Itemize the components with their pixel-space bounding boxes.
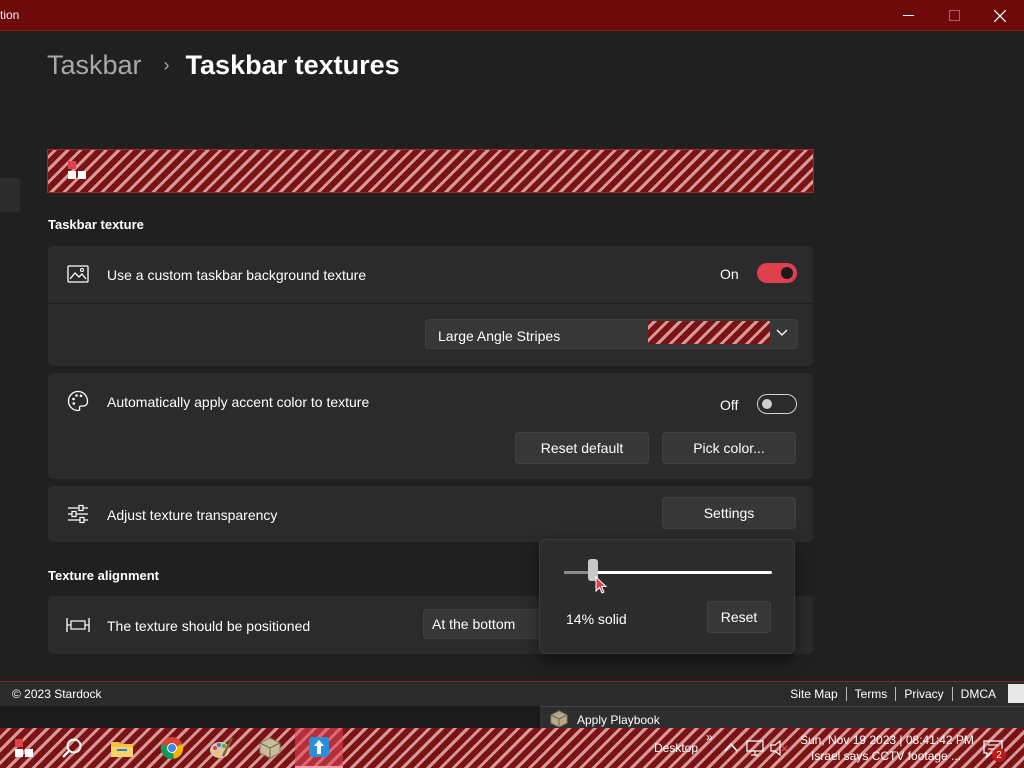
transparency-settings-button[interactable]: Settings xyxy=(662,497,796,529)
footer-link-dmca[interactable]: DMCA xyxy=(951,687,1004,701)
page-title: Taskbar textures xyxy=(185,50,400,80)
custom-bg-state: On xyxy=(720,266,739,282)
scroll-corner xyxy=(1008,684,1024,703)
taskbar-search-button[interactable] xyxy=(48,728,96,768)
maximize-button[interactable] xyxy=(931,0,977,31)
news-headline: Israel says CCTV footage ... xyxy=(811,749,962,763)
taskbar-playbook[interactable] xyxy=(246,728,294,768)
taskbar-paint[interactable] xyxy=(197,728,245,768)
transparency-flyout: 14% solid Reset xyxy=(539,539,795,654)
windows-logo-icon xyxy=(68,161,86,179)
section-header-taskbar-texture: Taskbar texture xyxy=(48,217,144,232)
notification-count-badge: 2 xyxy=(992,748,1006,762)
custom-texture-card: Use a custom taskbar background texture … xyxy=(48,246,813,366)
auto-accent-toggle[interactable] xyxy=(757,394,797,414)
close-icon xyxy=(994,9,1006,22)
toolbar-overflow-icon[interactable]: » xyxy=(706,730,713,744)
transparency-value: 14% solid xyxy=(566,611,627,627)
taskbar-start11[interactable] xyxy=(295,728,343,768)
taskbar: Desktop » Sun, Nov 19 2023 | 08:41:42 PM… xyxy=(0,728,1024,768)
align-icon xyxy=(66,615,90,635)
texture-dropdown[interactable]: Large Angle Stripes xyxy=(425,319,798,349)
minimize-icon xyxy=(902,15,914,16)
file-explorer-icon xyxy=(111,742,133,757)
taskbar-file-explorer[interactable] xyxy=(98,728,146,768)
start-icon xyxy=(15,739,33,757)
apply-playbook-popup[interactable]: Apply Playbook xyxy=(540,706,1024,730)
image-icon xyxy=(66,264,90,284)
search-icon xyxy=(62,738,82,758)
maximize-icon xyxy=(948,10,960,21)
volume-muted-icon[interactable] xyxy=(770,740,788,756)
paint-icon xyxy=(210,737,233,758)
position-dropdown-value: At the bottom xyxy=(432,616,516,632)
reset-default-button[interactable]: Reset default xyxy=(515,432,649,464)
footer-links: Site Map Terms Privacy DMCA xyxy=(782,687,1004,701)
flyout-reset-button[interactable]: Reset xyxy=(707,601,771,633)
breadcrumb: Taskbar › Taskbar textures xyxy=(47,50,400,81)
pick-color-button[interactable]: Pick color... xyxy=(662,432,796,464)
nav-pane-edge[interactable] xyxy=(0,178,20,212)
mouse-cursor-icon xyxy=(595,576,607,594)
section-header-texture-alignment: Texture alignment xyxy=(48,568,160,583)
package-icon xyxy=(259,737,281,759)
sliders-icon xyxy=(66,504,90,524)
auto-accent-state: Off xyxy=(720,397,739,413)
footer-link-terms[interactable]: Terms xyxy=(845,687,896,701)
transparency-card: Adjust texture transparency Settings xyxy=(48,486,813,542)
texture-dropdown-value: Large Angle Stripes xyxy=(438,328,561,344)
palette-icon xyxy=(66,390,90,412)
taskbar-chrome[interactable] xyxy=(148,728,196,768)
transparency-slider[interactable] xyxy=(564,559,772,581)
start-button[interactable] xyxy=(0,728,48,768)
footer-link-privacy[interactable]: Privacy xyxy=(895,687,951,701)
texture-preview xyxy=(47,149,814,193)
window-title: tion xyxy=(0,8,20,22)
apply-playbook-label: Apply Playbook xyxy=(577,713,660,727)
copyright-text: © 2023 Stardock xyxy=(12,687,102,701)
footer-link-site-map[interactable]: Site Map xyxy=(782,687,845,701)
desktop-toolbar-label[interactable]: Desktop xyxy=(654,741,698,755)
chrome-icon xyxy=(160,737,184,760)
chevron-up-icon[interactable] xyxy=(724,742,738,752)
auto-accent-label: Automatically apply accent color to text… xyxy=(107,394,370,410)
chevron-down-icon xyxy=(776,329,788,336)
taskbar-clock[interactable]: Sun, Nov 19 2023 | 08:41:42 PM Israel sa… xyxy=(800,732,974,764)
custom-bg-toggle[interactable] xyxy=(757,263,797,283)
position-label: The texture should be positioned xyxy=(107,618,311,634)
close-button[interactable] xyxy=(977,0,1023,31)
network-icon[interactable] xyxy=(746,740,764,756)
footer: © 2023 Stardock Site Map Terms Privacy D… xyxy=(0,681,1024,706)
position-dropdown[interactable]: At the bottom xyxy=(423,609,543,639)
texture-swatch xyxy=(648,321,770,344)
start11-icon xyxy=(309,737,329,757)
transparency-label: Adjust texture transparency xyxy=(107,507,278,523)
title-bar: tion xyxy=(0,0,1024,31)
clock-datetime: Sun, Nov 19 2023 | 08:41:42 PM xyxy=(800,733,974,747)
custom-bg-label: Use a custom taskbar background texture xyxy=(107,267,367,283)
breadcrumb-parent[interactable]: Taskbar xyxy=(47,50,142,81)
chevron-right-icon: › xyxy=(163,55,170,75)
accent-color-card: Automatically apply accent color to text… xyxy=(48,373,813,479)
minimize-button[interactable] xyxy=(885,0,931,31)
package-icon xyxy=(550,710,568,728)
